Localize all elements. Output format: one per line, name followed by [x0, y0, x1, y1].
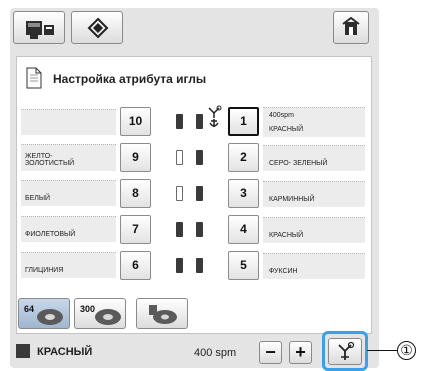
speed-increase-button[interactable]: + — [289, 341, 312, 364]
spool-icon — [176, 258, 183, 273]
needle-1-color-label: 400spm КРАСНЫЙ — [263, 107, 365, 137]
embroidery-machine-icon — [26, 21, 54, 39]
speed-decrease-button[interactable]: − — [259, 341, 282, 364]
home-button[interactable] — [333, 11, 369, 44]
needle-6-button[interactable]: 6 — [120, 251, 151, 280]
callout-number: ① — [397, 341, 416, 360]
speed-value: 400 spm — [194, 347, 237, 359]
needle-8-button[interactable]: 8 — [120, 179, 151, 208]
spool-icon — [176, 186, 183, 201]
tab-label: 64 — [24, 304, 35, 314]
spool-icon — [196, 222, 203, 237]
home-icon — [342, 16, 360, 35]
tab-custom-thread[interactable] — [136, 298, 188, 329]
needle-1-button[interactable]: 1 — [228, 107, 259, 136]
needle-4-color-label: КРАСНЫЙ — [263, 217, 365, 243]
needle-4-button[interactable]: 4 — [228, 215, 259, 244]
current-color-swatch — [16, 344, 30, 358]
needle-3-button[interactable]: 3 — [228, 179, 259, 208]
needle-10-button[interactable]: 10 — [120, 107, 151, 136]
needle-7-color-label: ФИОЛЕТОВЫЙ — [21, 216, 116, 242]
needle-9-button[interactable]: 9 — [120, 143, 151, 172]
current-color-name: КРАСНЫЙ — [37, 346, 93, 358]
needle-8-color-label: БЕЛЫЙ — [21, 180, 116, 206]
machine-info-button[interactable] — [13, 11, 65, 44]
spool-icon — [176, 222, 183, 237]
spool-icon — [176, 114, 183, 129]
spool-icon — [196, 114, 203, 129]
pattern-settings-button[interactable] — [71, 11, 123, 44]
needle-7-button[interactable]: 7 — [120, 215, 151, 244]
thread-spool-icon — [37, 309, 63, 325]
needle-10-color-label — [21, 109, 116, 135]
needle-2-color-label: СЕРО- ЗЕЛЕНЫЙ — [263, 145, 365, 171]
diamond-icon — [87, 17, 109, 39]
tab-64-colors[interactable]: 64 — [18, 298, 70, 329]
needle-3-color-label: КАРМИННЫЙ — [263, 181, 365, 207]
stop-anchor-icon — [208, 105, 222, 127]
needle-9-color-label: ЖЕЛТО-ЗОЛОТИСТЫЙ — [21, 144, 116, 171]
spool-icon — [196, 258, 203, 273]
custom-thread-icon — [149, 305, 177, 324]
tab-300-colors[interactable]: 300 — [74, 298, 126, 329]
thread-spool-icon — [95, 309, 121, 325]
page-title: Настройка атрибута иглы — [53, 72, 207, 86]
document-icon — [26, 67, 42, 89]
callout-leader-line — [367, 350, 397, 351]
spool-icon — [196, 150, 203, 165]
needle-5-color-label: ФУКСИН — [263, 253, 365, 279]
spool-icon — [196, 186, 203, 201]
callout-number-text: ① — [400, 342, 413, 358]
needle-5-button[interactable]: 5 — [228, 251, 259, 280]
needle-2-button[interactable]: 2 — [228, 143, 259, 172]
spool-icon — [176, 150, 183, 165]
callout-highlight — [322, 331, 368, 371]
needle-6-color-label: ГЛИЦИНИЯ — [21, 252, 116, 278]
